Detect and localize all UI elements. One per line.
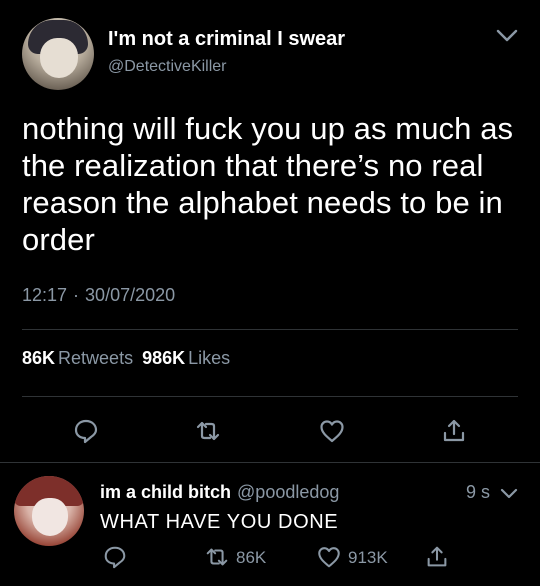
retweets-label: Retweets (58, 348, 134, 368)
retweet-icon[interactable] (204, 544, 230, 570)
reply-icon[interactable] (102, 544, 128, 570)
divider (22, 396, 518, 397)
likes-stat[interactable]: 986K Likes (142, 348, 239, 368)
retweets-stat[interactable]: 86K Retweets (22, 348, 142, 368)
meta-separator: · (73, 285, 80, 305)
chevron-down-icon[interactable] (496, 24, 518, 46)
reply-avatar[interactable] (14, 476, 84, 546)
reply-handle: @poodledog (237, 482, 340, 502)
likes-count: 986K (142, 348, 186, 368)
tweet-date: 30/07/2020 (85, 285, 176, 305)
reply-likes-count: 913K (348, 548, 388, 567)
reply-author[interactable]: im a child bitch @poodledog (100, 482, 339, 503)
reply-age: 9 s (466, 482, 491, 502)
heart-icon[interactable] (318, 417, 346, 445)
divider (0, 462, 540, 463)
retweets-count: 86K (22, 348, 56, 368)
likes-label: Likes (188, 348, 231, 368)
divider (22, 329, 518, 330)
avatar-face (40, 38, 78, 78)
author-display-name[interactable]: I'm not a criminal I swear (108, 28, 345, 51)
avatar[interactable] (22, 18, 94, 90)
reply-text: WHAT HAVE YOU DONE (100, 511, 339, 533)
tweet-stats: 86K Retweets 986K Likes (22, 348, 239, 369)
tweet-timestamp: 12:17 · 30/07/2020 (22, 285, 175, 306)
tweet-time: 12:17 (22, 285, 68, 305)
reply-display-name: im a child bitch (100, 482, 232, 502)
share-icon[interactable] (440, 417, 468, 445)
retweet-icon[interactable] (194, 417, 222, 445)
avatar-face (32, 498, 68, 536)
heart-icon[interactable] (316, 544, 342, 570)
tweet-text: nothing will fuck you up as much as the … (22, 111, 514, 257)
author-handle[interactable]: @DetectiveKiller (108, 58, 227, 76)
chevron-down-icon[interactable] (500, 484, 518, 502)
share-icon[interactable] (424, 544, 450, 570)
reply-retweets-count: 86K (236, 548, 267, 567)
reply-icon[interactable] (72, 417, 100, 445)
